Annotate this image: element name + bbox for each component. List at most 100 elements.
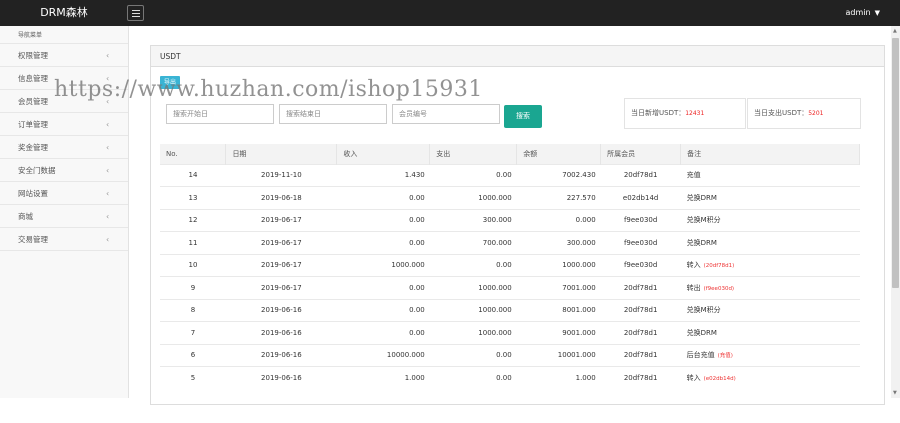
row-no: 11 bbox=[160, 231, 226, 254]
panel-title: USDT bbox=[151, 46, 884, 67]
row-expense: 0.00 bbox=[429, 343, 517, 367]
row-date: 2019-11-10 bbox=[225, 163, 337, 187]
row-balance: 7002.430 bbox=[516, 163, 601, 187]
row-note-text: 后台充值 bbox=[686, 351, 715, 360]
table-row: 8 2019-06-16 0.00 1000.000 8001.000 20df78d1 兑… bbox=[160, 298, 860, 322]
row-member: 20df78d1 bbox=[600, 366, 681, 389]
chevron-left-icon: ‹ bbox=[106, 212, 110, 221]
row-date: 2019-06-17 bbox=[225, 253, 337, 277]
row-expense: 0.00 bbox=[429, 253, 517, 277]
row-note-extra: (20df78d1) bbox=[703, 263, 735, 270]
chevron-left-icon: ‹ bbox=[106, 235, 110, 244]
row-member: 20df78d1 bbox=[600, 298, 681, 322]
scroll-thumb[interactable] bbox=[892, 38, 899, 288]
row-date: 2019-06-18 bbox=[225, 186, 337, 209]
row-note: 兑换DRM bbox=[680, 321, 860, 344]
row-income: 10000.000 bbox=[336, 343, 430, 367]
menu-toggle-icon[interactable] bbox=[127, 5, 144, 21]
row-balance: 9001.000 bbox=[516, 321, 601, 344]
row-note-text: 兑换DRM bbox=[686, 193, 717, 202]
row-note-extra: (充值) bbox=[717, 353, 733, 360]
sidebar-item[interactable]: 奖金管理 ‹ bbox=[0, 136, 128, 159]
row-date: 2019-06-17 bbox=[225, 231, 337, 254]
chevron-left-icon: ‹ bbox=[106, 189, 110, 198]
row-note: 后台充值 (充值) bbox=[680, 343, 860, 367]
sidebar-item[interactable]: 权限管理 ‹ bbox=[0, 44, 128, 67]
row-income: 0.00 bbox=[336, 321, 430, 344]
row-member: 20df78d1 bbox=[600, 276, 681, 299]
table-row: 11 2019-06-17 0.00 700.000 300.000 f9ee030d 兑换… bbox=[160, 231, 860, 254]
sidebar-item-label: 商城 bbox=[18, 212, 33, 221]
row-note-extra: (f9ee030d) bbox=[703, 285, 735, 292]
row-note-text: 兑换DRM bbox=[686, 328, 717, 337]
usdt-panel: USDT 导出 搜索开始日 搜索结束日 会员编号 搜索 当日新增USDT：124… bbox=[54, 45, 885, 405]
row-balance: 300.000 bbox=[516, 231, 601, 254]
row-note-text: 转出 bbox=[686, 283, 701, 292]
sidebar-item[interactable]: 订单管理 ‹ bbox=[0, 113, 128, 136]
row-note: 兑换DRM bbox=[680, 231, 860, 254]
column-header: 余额 bbox=[516, 144, 602, 164]
row-date: 2019-06-16 bbox=[225, 343, 337, 367]
sidebar-item[interactable]: 安全门数据 ‹ bbox=[0, 159, 128, 182]
sidebar-item[interactable]: 网站设置 ‹ bbox=[0, 182, 128, 205]
table-row: 14 2019-11-10 1.430 0.00 7002.430 20df78d1 充值 bbox=[160, 163, 860, 187]
sidebar-heading: 导航菜单 bbox=[0, 26, 128, 44]
row-date: 2019-06-16 bbox=[225, 366, 337, 389]
top-navbar: DRM森林 admin ▼ bbox=[0, 0, 900, 26]
row-balance: 7001.000 bbox=[516, 276, 601, 299]
row-member: 20df78d1 bbox=[600, 321, 681, 344]
sidebar-item-label: 奖金管理 bbox=[18, 143, 48, 152]
row-income: 0.00 bbox=[336, 231, 430, 254]
row-balance: 1.000 bbox=[516, 366, 601, 389]
row-no: 10 bbox=[160, 253, 226, 277]
sidebar-item[interactable]: 商城 ‹ bbox=[0, 205, 128, 228]
daily-new-label: 当日新增USDT： bbox=[631, 109, 686, 117]
column-header: 日期 bbox=[225, 144, 338, 164]
row-date: 2019-06-17 bbox=[225, 208, 337, 232]
table-row: 6 2019-06-16 10000.000 0.00 10001.000 20df78d… bbox=[160, 343, 860, 367]
watermark-text: https://www.huzhan.com/ishop15931 bbox=[54, 77, 483, 102]
member-id-input[interactable]: 会员编号 bbox=[392, 104, 500, 124]
start-date-input[interactable]: 搜索开始日 bbox=[166, 104, 274, 124]
row-no: 12 bbox=[160, 208, 226, 232]
row-balance: 10001.000 bbox=[516, 343, 601, 367]
row-note-text: 兑换M积分 bbox=[686, 306, 721, 315]
row-note-text: 兑换DRM bbox=[686, 238, 717, 247]
row-member: f9ee030d bbox=[600, 231, 681, 254]
table-row: 10 2019-06-17 1000.000 0.00 1000.000 f9ee030d… bbox=[160, 253, 860, 277]
sidebar-item[interactable]: 交易管理 ‹ bbox=[0, 228, 128, 251]
row-note-text: 充值 bbox=[686, 171, 701, 180]
user-menu[interactable]: admin ▼ bbox=[846, 0, 880, 26]
scroll-down-icon[interactable]: ▼ bbox=[893, 390, 897, 396]
row-date: 2019-06-17 bbox=[225, 276, 337, 299]
row-expense: 0.00 bbox=[429, 163, 517, 187]
row-note-text: 转入 bbox=[686, 261, 701, 270]
end-date-input[interactable]: 搜索结束日 bbox=[279, 104, 387, 124]
search-button[interactable]: 搜索 bbox=[504, 105, 542, 128]
row-note: 兑换M积分 bbox=[680, 208, 860, 232]
row-income: 0.00 bbox=[336, 276, 430, 299]
brand-logo[interactable]: DRM森林 bbox=[0, 0, 128, 26]
sidebar-item-label: 权限管理 bbox=[18, 51, 48, 60]
row-expense: 700.000 bbox=[429, 231, 517, 254]
usdt-table: No. 日期 收入 支出 余额 所属会员 备注 14 2019-11-10 1.430 0.00 7… bbox=[160, 144, 860, 389]
column-header: No. bbox=[160, 144, 227, 164]
table-row: 12 2019-06-17 0.00 300.000 0.000 f9ee030d 兑换M积… bbox=[160, 208, 860, 232]
row-income: 1000.000 bbox=[336, 253, 430, 277]
row-date: 2019-06-16 bbox=[225, 298, 337, 322]
table-row: 13 2019-06-18 0.00 1000.000 227.570 e02db14d 兑… bbox=[160, 186, 860, 209]
row-note: 转出 (f9ee030d) bbox=[680, 276, 860, 299]
row-expense: 0.00 bbox=[429, 366, 517, 389]
daily-out-label: 当日支出USDT： bbox=[754, 109, 809, 117]
row-note: 兑换DRM bbox=[680, 186, 860, 209]
row-member: f9ee030d bbox=[600, 253, 681, 277]
row-note: 充值 bbox=[680, 163, 860, 187]
row-balance: 1000.000 bbox=[516, 253, 601, 277]
page-scrollbar[interactable]: ▲ ▼ bbox=[891, 26, 900, 398]
chevron-left-icon: ‹ bbox=[106, 51, 110, 60]
chevron-left-icon: ‹ bbox=[106, 143, 110, 152]
row-balance: 8001.000 bbox=[516, 298, 601, 322]
column-header: 收入 bbox=[336, 144, 431, 164]
row-note-extra: (e02db14d) bbox=[703, 376, 736, 382]
scroll-up-icon[interactable]: ▲ bbox=[893, 28, 897, 34]
